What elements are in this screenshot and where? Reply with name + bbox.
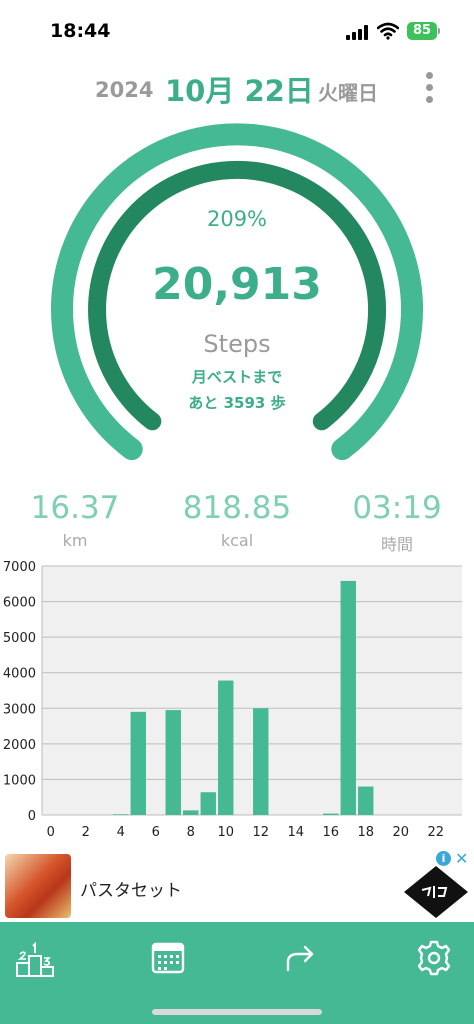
date-year: 2024 xyxy=(95,78,154,102)
steps-label: Steps xyxy=(203,330,271,358)
bar-hour-5 xyxy=(130,711,146,815)
ad-banner[interactable]: パスタセット xyxy=(0,850,474,922)
ad-title[interactable]: パスタセット xyxy=(80,876,182,901)
battery-indicator: 85 xyxy=(407,22,437,40)
distance-value: 16.37 xyxy=(30,490,120,526)
bar-hour-4 xyxy=(113,814,129,815)
x-tick-label: 10 xyxy=(217,825,234,840)
x-tick-label: 18 xyxy=(357,825,374,840)
ad-brand-logo[interactable] xyxy=(404,866,468,918)
bar-hour-8 xyxy=(183,810,199,815)
step-count: 20,913 xyxy=(152,259,322,310)
hourly-steps-chart: 0 1000 2000 3000 4000 5000 6000 7000 0 2 4 6 8 10 12 14… xyxy=(3,560,462,840)
goal-percent: 209% xyxy=(206,207,268,231)
x-tick-label: 12 xyxy=(252,825,269,840)
home-indicator xyxy=(152,1009,322,1015)
bar-hour-9 xyxy=(200,792,216,815)
monthly-best-line2: あと 3593 歩 xyxy=(188,394,286,412)
bar-hour-16 xyxy=(323,813,339,815)
y-tick-label: 3000 xyxy=(3,702,36,717)
y-tick-label: 4000 xyxy=(3,667,36,682)
ad-close-icon[interactable]: ✕ xyxy=(455,849,468,868)
distance-unit: km xyxy=(62,531,88,550)
calories-unit: kcal xyxy=(220,531,254,550)
ranking-icon[interactable] xyxy=(14,936,58,980)
y-tick-label: 6000 xyxy=(3,596,36,611)
status-time: 18:44 xyxy=(50,20,111,42)
x-tick-label: 8 xyxy=(187,825,195,840)
cellular-signal-icon xyxy=(346,24,370,40)
x-tick-label: 20 xyxy=(392,825,409,840)
duration-unit: 時間 xyxy=(380,535,413,554)
plot-area xyxy=(42,566,462,815)
y-tick-label: 7000 xyxy=(3,560,36,575)
duration-value: 03:19 xyxy=(352,490,442,526)
distance-stat: 16.37 km xyxy=(0,487,160,550)
calendar-icon[interactable] xyxy=(147,936,191,980)
bar-hour-7 xyxy=(165,710,181,815)
x-tick-label: 22 xyxy=(427,825,444,840)
calories-value: 818.85 xyxy=(182,490,292,526)
wifi-icon xyxy=(377,22,399,40)
bar-hour-18 xyxy=(358,786,374,815)
x-tick-label: 0 xyxy=(47,825,55,840)
bar-hour-10 xyxy=(218,680,234,815)
bar-hour-17 xyxy=(340,580,356,815)
x-tick-label: 4 xyxy=(117,825,125,840)
x-tick-label: 6 xyxy=(152,825,160,840)
y-tick-label: 2000 xyxy=(3,738,36,753)
duration-stat: 03:19 時間 xyxy=(312,487,474,555)
share-icon[interactable] xyxy=(278,936,322,980)
x-tick-label: 14 xyxy=(287,825,304,840)
ad-image[interactable] xyxy=(5,854,71,918)
gear-icon[interactable] xyxy=(412,936,456,980)
calories-stat: 818.85 kcal xyxy=(152,487,322,550)
y-tick-label: 1000 xyxy=(3,773,36,788)
x-tick-label: 2 xyxy=(82,825,90,840)
x-tick-label: 16 xyxy=(322,825,339,840)
ad-info-icon[interactable]: i xyxy=(436,851,451,866)
y-tick-label: 0 xyxy=(28,809,36,824)
battery-tip xyxy=(438,28,440,34)
monthly-best-line1: 月ベストまで xyxy=(191,368,283,386)
bar-hour-12 xyxy=(253,708,269,815)
y-tick-label: 5000 xyxy=(3,631,36,646)
status-bar: 18:44 85 xyxy=(0,0,474,60)
